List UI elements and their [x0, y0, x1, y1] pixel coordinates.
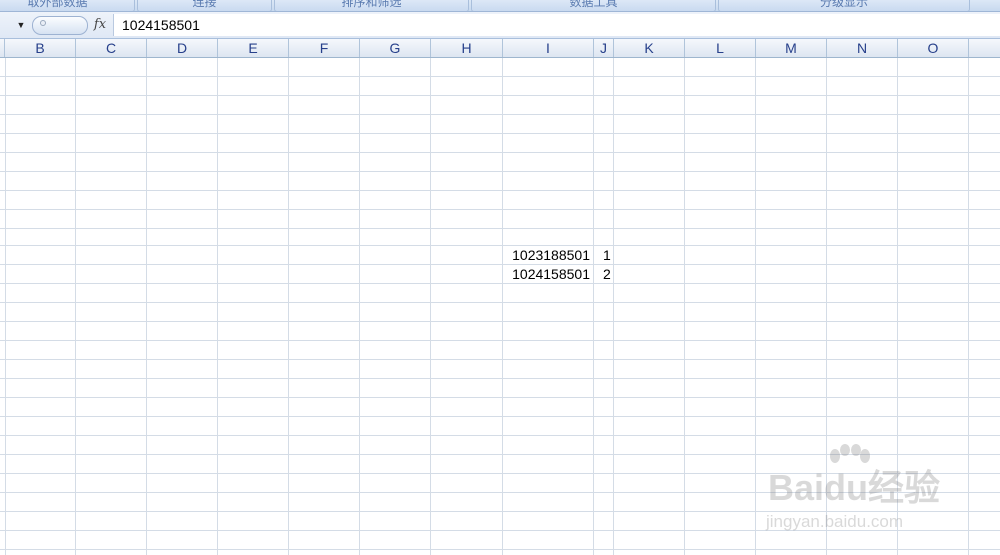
ribbon-group-label: 数据工具	[569, 0, 618, 9]
ribbon-group-sort-filter[interactable]: 排序和筛选	[274, 0, 469, 11]
grid-line	[0, 435, 1000, 436]
grid-line	[0, 454, 1000, 455]
formula-bar: ▼ fx 1024158501	[0, 12, 1000, 39]
function-icon[interactable]: fx	[91, 16, 109, 34]
column-header-g[interactable]: G	[360, 39, 431, 57]
grid-line	[0, 152, 1000, 153]
column-header-e[interactable]: E	[218, 39, 289, 57]
grid-line	[0, 549, 1000, 550]
grid-line	[0, 397, 1000, 398]
grid-line	[0, 530, 1000, 531]
ribbon-group-data-tools[interactable]: 数据工具	[471, 0, 716, 11]
grid-line	[0, 359, 1000, 360]
formula-bar-expand-button[interactable]	[32, 16, 88, 35]
column-header-p-partial[interactable]	[969, 39, 1000, 57]
grid-line	[0, 378, 1000, 379]
column-header-f[interactable]: F	[289, 39, 360, 57]
column-header-b[interactable]: B	[5, 39, 76, 57]
grid-line	[0, 76, 1000, 77]
formula-input[interactable]: 1024158501	[113, 14, 1000, 36]
cell-j-row2[interactable]: 2	[603, 265, 615, 284]
grid-line	[0, 133, 1000, 134]
cell-i-row1[interactable]: 1023188501	[503, 246, 593, 265]
cell-i-row2[interactable]: 1024158501	[503, 265, 593, 284]
ribbon-group-label: 连接	[192, 0, 217, 9]
column-header-k[interactable]: K	[614, 39, 685, 57]
grid-line	[0, 228, 1000, 229]
column-header-i[interactable]: I	[503, 39, 594, 57]
grid-line	[0, 511, 1000, 512]
column-header-m[interactable]: M	[756, 39, 827, 57]
column-header-j[interactable]: J	[594, 39, 614, 57]
grid-line	[0, 302, 1000, 303]
grid-line	[0, 321, 1000, 322]
grid-line	[0, 209, 1000, 210]
grid-line	[0, 340, 1000, 341]
grid-line	[0, 95, 1000, 96]
ribbon-group-label: 分级显示	[819, 0, 868, 9]
grid-line	[0, 171, 1000, 172]
grid-line	[0, 492, 1000, 493]
column-header-row: B C D E F G H I J K L M N O	[0, 39, 1000, 58]
column-header-o[interactable]: O	[898, 39, 969, 57]
grid-line	[0, 245, 1000, 246]
ribbon-group-label: 排序和筛选	[341, 0, 402, 9]
circle-icon	[40, 20, 46, 26]
chevron-down-icon[interactable]: ▼	[14, 18, 28, 32]
grid-line	[0, 114, 1000, 115]
grid-line	[0, 190, 1000, 191]
grid-line	[0, 416, 1000, 417]
ribbon-group-label: 取外部数据	[27, 0, 88, 9]
column-header-d[interactable]: D	[147, 39, 218, 57]
column-header-h[interactable]: H	[431, 39, 503, 57]
grid-line	[0, 264, 1000, 265]
worksheet-grid[interactable]: 1023188501 1 1024158501 2	[0, 58, 1000, 555]
column-header-l[interactable]: L	[685, 39, 756, 57]
cell-j-row1[interactable]: 1	[603, 246, 615, 265]
grid-line	[0, 473, 1000, 474]
ribbon-group-outline[interactable]: 分级显示	[718, 0, 970, 11]
ribbon-group-connections[interactable]: 连接	[137, 0, 272, 11]
column-header-c[interactable]: C	[76, 39, 147, 57]
ribbon-group-strip: 取外部数据 连接 排序和筛选 数据工具 分级显示	[0, 0, 1000, 12]
ribbon-group-get-external-data[interactable]: 取外部数据	[0, 0, 135, 11]
grid-line	[0, 283, 1000, 284]
column-header-n[interactable]: N	[827, 39, 898, 57]
